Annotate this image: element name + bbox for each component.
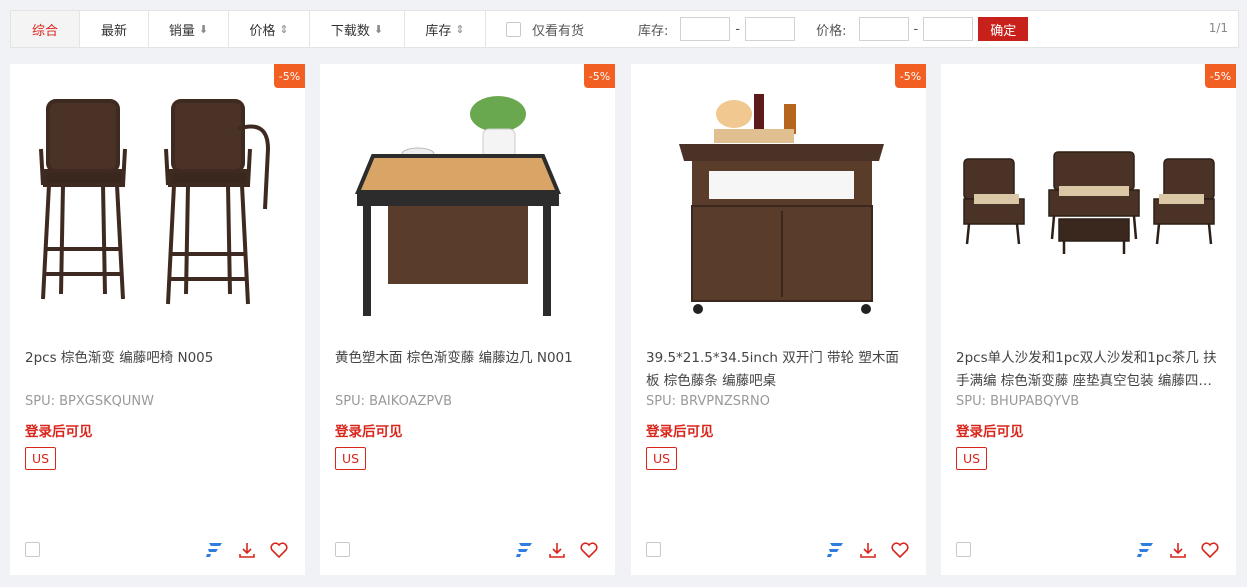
- stock-range-label: 库存:: [638, 23, 669, 39]
- flash-publish-icon[interactable]: [205, 540, 225, 560]
- product-image-sofa-set[interactable]: [956, 74, 1221, 334]
- tab-label: 综合: [31, 23, 58, 39]
- product-spu: SPU: BRVPNZSRNO: [646, 394, 770, 409]
- select-checkbox[interactable]: [335, 542, 350, 557]
- favorite-heart-icon[interactable]: [269, 540, 289, 560]
- flash-publish-icon[interactable]: [826, 540, 846, 560]
- in-stock-filter[interactable]: 仅看有货: [506, 20, 584, 39]
- flash-publish-icon[interactable]: [515, 540, 535, 560]
- product-title[interactable]: 2pcs单人沙发和1pc双人沙发和1pc茶几 扶手满编 棕色渐变藤 座垫真空包装…: [956, 347, 1222, 393]
- product-image-side-table[interactable]: [335, 74, 600, 334]
- sort-updown-icon: ⇕: [455, 22, 465, 36]
- login-to-view-price[interactable]: 登录后可见: [25, 420, 93, 440]
- price-max-input[interactable]: [923, 17, 974, 41]
- product-image-bar-cart[interactable]: [646, 74, 911, 334]
- stock-min-input[interactable]: [680, 17, 731, 41]
- confirm-button[interactable]: 确定: [978, 17, 1029, 41]
- download-icon[interactable]: [547, 540, 567, 560]
- range-dash: -: [735, 21, 741, 37]
- tab-label: 销量: [168, 23, 195, 39]
- card-actions: [515, 540, 599, 560]
- product-title[interactable]: 黄色塑木面 棕色渐变藤 编藤边几 N001: [335, 347, 601, 370]
- product-spu: SPU: BAIKOAZPVB: [335, 394, 453, 409]
- product-spu: SPU: BPXGSKQUNW: [25, 394, 154, 409]
- region-tag: US: [25, 447, 57, 470]
- stock-max-input[interactable]: [745, 17, 796, 41]
- region-tag: US: [646, 447, 678, 470]
- download-icon[interactable]: [1168, 540, 1188, 560]
- tab-downloads[interactable]: 下载数 ⬇: [310, 11, 405, 47]
- region-tag: US: [956, 447, 988, 470]
- select-checkbox[interactable]: [956, 542, 971, 557]
- in-stock-checkbox[interactable]: [506, 21, 521, 37]
- sort-filter-toolbar: 综合 最新 销量 ⬇ 价格 ⇕ 下载数 ⬇ 库存 ⇕ 仅看有货 库存: - 价格: - …: [10, 10, 1239, 48]
- tab-newest[interactable]: 最新: [80, 11, 149, 47]
- product-image-bar-chairs[interactable]: [25, 74, 290, 334]
- in-stock-label: 仅看有货: [532, 23, 585, 39]
- product-title[interactable]: 2pcs 棕色渐变 编藤吧椅 N005: [25, 347, 291, 370]
- tab-label: 最新: [100, 23, 127, 39]
- product-title[interactable]: 39.5*21.5*34.5inch 双开门 带轮 塑木面板 棕色藤条 编藤吧桌: [646, 347, 912, 393]
- flash-publish-icon[interactable]: [1136, 540, 1156, 560]
- sort-down-icon: ⬇: [198, 22, 209, 36]
- select-checkbox[interactable]: [646, 542, 661, 557]
- price-range: 价格: - 确定: [816, 17, 1029, 41]
- stock-range: 库存: -: [638, 17, 796, 41]
- product-card[interactable]: -5% 2pcs单人沙发和1pc双人沙发和1pc茶几 扶手满编 棕色渐变藤 座垫…: [941, 64, 1236, 575]
- product-spu: SPU: BHUPABQYVB: [956, 394, 1080, 409]
- login-to-view-price[interactable]: 登录后可见: [335, 420, 403, 440]
- favorite-heart-icon[interactable]: [890, 540, 910, 560]
- product-card[interactable]: -5% 39.5*21.5*34.5inch 双开门 带轮 塑木面板 棕色藤条 …: [631, 64, 926, 575]
- favorite-heart-icon[interactable]: [1200, 540, 1220, 560]
- product-card[interactable]: -5% 2pcs 棕色渐变 编藤吧椅 N005 SPU: BPXGSKQUNW …: [10, 64, 305, 575]
- region-tag: US: [335, 447, 367, 470]
- favorite-heart-icon[interactable]: [579, 540, 599, 560]
- sort-updown-icon: ⇕: [279, 22, 289, 36]
- download-icon[interactable]: [858, 540, 878, 560]
- card-actions: [1136, 540, 1220, 560]
- tab-comprehensive[interactable]: 综合: [11, 11, 80, 47]
- tab-label: 价格: [249, 23, 276, 39]
- sort-down-icon: ⬇: [373, 22, 384, 36]
- tab-sales[interactable]: 销量 ⬇: [149, 11, 229, 47]
- tab-price[interactable]: 价格 ⇕: [229, 11, 310, 47]
- login-to-view-price[interactable]: 登录后可见: [646, 420, 714, 440]
- page-indicator: 1/1: [1208, 21, 1228, 35]
- login-to-view-price[interactable]: 登录后可见: [956, 420, 1024, 440]
- tab-stock[interactable]: 库存 ⇕: [405, 11, 486, 47]
- price-range-label: 价格:: [816, 23, 847, 39]
- card-actions: [826, 540, 910, 560]
- card-actions: [205, 540, 289, 560]
- tab-label: 下载数: [330, 23, 370, 39]
- price-min-input[interactable]: [858, 17, 909, 41]
- tab-label: 库存: [425, 23, 452, 39]
- select-checkbox[interactable]: [25, 542, 40, 557]
- product-card[interactable]: -5% 黄色塑木面 棕色渐变藤 编藤边几 N001 SPU: BAIKOAZPV…: [320, 64, 615, 575]
- download-icon[interactable]: [237, 540, 257, 560]
- range-dash: -: [913, 21, 919, 37]
